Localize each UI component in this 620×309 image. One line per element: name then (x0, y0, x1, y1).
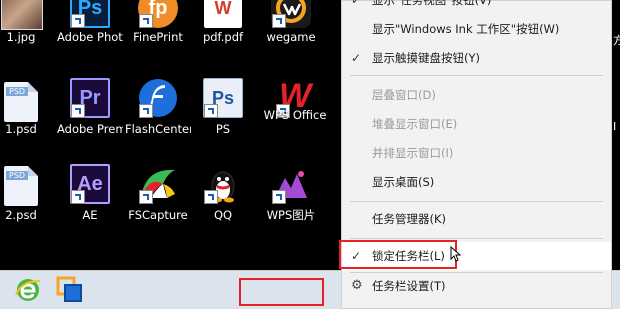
menu-item-cascade-windows[interactable]: 层叠窗口(D) (342, 81, 611, 109)
desktop-icon-ps[interactable]: Ps PS (190, 74, 256, 158)
shortcut-arrow-icon (71, 190, 85, 204)
desktop-icon-1psd[interactable]: PSD 1.psd (0, 74, 54, 158)
desktop-icon-label: wegame (266, 30, 316, 44)
psd-file-icon: PSD (4, 82, 38, 122)
desktop-icon-label: QQ (213, 208, 233, 222)
desktop-icon-label: 1.psd (5, 122, 37, 136)
wps-pdf-icon: W (204, 0, 242, 28)
desktop-icon-pdf[interactable]: W pdf.pdf (190, 0, 256, 72)
menu-item-show-touch-keyboard[interactable]: ✓ 显示触摸键盘按钮(Y) (342, 44, 611, 72)
desktop-icon-label: FinePrint (133, 30, 183, 44)
desktop-icon-label: Adobe Premie... (57, 122, 123, 136)
desktop-icon-2psd[interactable]: PSD 2.psd (0, 162, 54, 246)
desktop-icon-label: 2.psd (5, 208, 37, 222)
lock-taskbar-highlight (339, 240, 457, 269)
gear-icon: ⚙ (351, 278, 363, 293)
desktop-icon-fineprint[interactable]: fp FinePrint (125, 0, 191, 72)
shortcut-arrow-icon (139, 104, 153, 118)
shortcut-arrow-icon (71, 104, 85, 118)
desktop-icon-label: PS (215, 122, 231, 136)
desktop-icon-label: WPS Office (263, 108, 327, 122)
menu-item-show-windows-ink[interactable]: 显示"Windows Ink 工作区"按钮(W) (342, 15, 611, 43)
desktop-icon-wps-pictures[interactable]: WPS图片 (258, 162, 324, 246)
menu-item-stack-windows[interactable]: 堆叠显示窗口(E) (342, 110, 611, 138)
desktop-icon-label: AE (82, 208, 98, 222)
menu-separator (350, 238, 603, 239)
check-icon: ✓ (351, 51, 362, 65)
desktop-icon-wegame[interactable]: wegame (258, 0, 324, 72)
taskbar-empty-area-highlight[interactable] (239, 278, 324, 306)
desktop-icon-label: FlashCenter (125, 122, 191, 136)
desktop-icon-1jpg[interactable]: 1.jpg (0, 0, 54, 72)
check-icon: ✓ (351, 0, 362, 7)
menu-item-show-desktop[interactable]: 显示桌面(S) (342, 168, 611, 196)
menu-item-taskbar-settings[interactable]: ⚙ 任务栏设置(T) (342, 272, 611, 300)
desktop-icon-wps-office[interactable]: W WPS Office (262, 74, 328, 158)
menu-separator (350, 201, 603, 202)
desktop-icon-label: 1.jpg (6, 30, 36, 44)
psd-file-icon: PSD (4, 166, 38, 206)
shortcut-arrow-icon (272, 14, 286, 28)
menu-item-task-manager[interactable]: 任务管理器(K) (342, 205, 611, 233)
browser-e-icon (15, 279, 41, 301)
virtual-machine-icon (56, 276, 82, 302)
desktop-icon-label: WPS图片 (266, 208, 316, 222)
menu-item-show-task-view[interactable]: ✓ 显示"任务视图"按钮(V) (342, 0, 611, 14)
shortcut-arrow-icon (139, 14, 153, 28)
shortcut-arrow-icon (204, 104, 218, 118)
menu-item-side-by-side-windows[interactable]: 并排显示窗口(I) (342, 139, 611, 167)
desktop-icon-photoshop[interactable]: Ps Adobe Photosh... (57, 0, 123, 72)
edge-label: 方 (613, 34, 620, 47)
desktop-icon-qq[interactable]: QQ (190, 162, 256, 246)
edge-label: I (613, 120, 617, 133)
desktop-icon-label: Adobe Photosh... (57, 30, 123, 44)
psd-badge: PSD (6, 87, 29, 96)
taskbar-vm-button[interactable] (55, 275, 85, 305)
menu-separator (350, 75, 603, 76)
shortcut-arrow-icon (272, 190, 286, 204)
shortcut-arrow-icon (204, 190, 218, 204)
desktop-icon-label: pdf.pdf (202, 30, 244, 44)
taskbar-ie-button[interactable] (13, 275, 43, 305)
desktop-icon-fscapture[interactable]: FSCapture (125, 162, 191, 246)
shortcut-arrow-icon (139, 190, 153, 204)
mouse-cursor-icon (450, 245, 462, 262)
psd-badge: PSD (6, 171, 29, 180)
desktop-icon-flashcenter[interactable]: FlashCenter (125, 74, 191, 158)
desktop-icon-premiere[interactable]: Pr Adobe Premie... (57, 74, 123, 158)
desktop-icon-label: FSCapture (128, 208, 188, 222)
desktop-icon-ae[interactable]: Ae AE (57, 162, 123, 246)
shortcut-arrow-icon (71, 14, 85, 28)
photo-thumbnail (1, 0, 43, 30)
